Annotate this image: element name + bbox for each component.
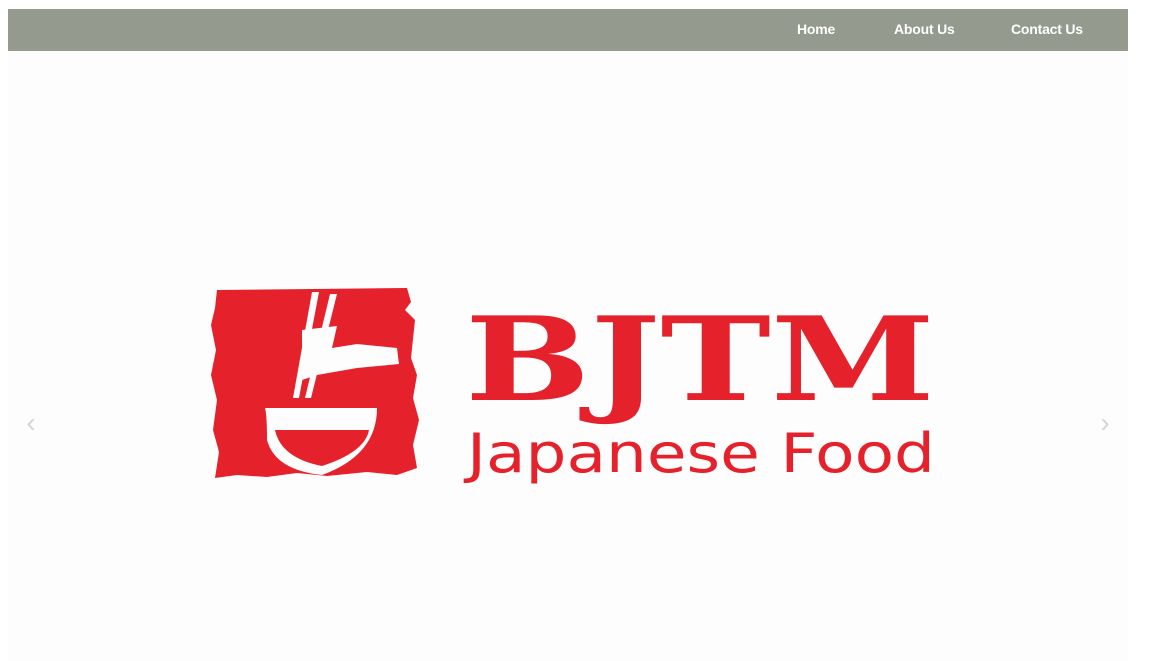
chevron-right-icon[interactable]: › [1093,409,1117,439]
brand-logo: BJTM Japanese Food [207,280,937,500]
bowl-chopsticks-icon [211,288,419,478]
logo-wordmark: BJTM [465,292,935,428]
page: Home About Us Contact Us ‹ › BJTM Japane… [8,9,1128,661]
nav-link-contact-us[interactable]: Contact Us [1011,21,1083,37]
nav-link-home[interactable]: Home [797,21,835,37]
logo-tagline: Japanese Food [463,422,935,485]
nav-link-about-us[interactable]: About Us [894,21,955,37]
chevron-left-icon[interactable]: ‹ [19,409,43,439]
hero-slider: ‹ › BJTM Japanese Food [8,51,1128,661]
top-navbar: Home About Us Contact Us [8,9,1128,51]
